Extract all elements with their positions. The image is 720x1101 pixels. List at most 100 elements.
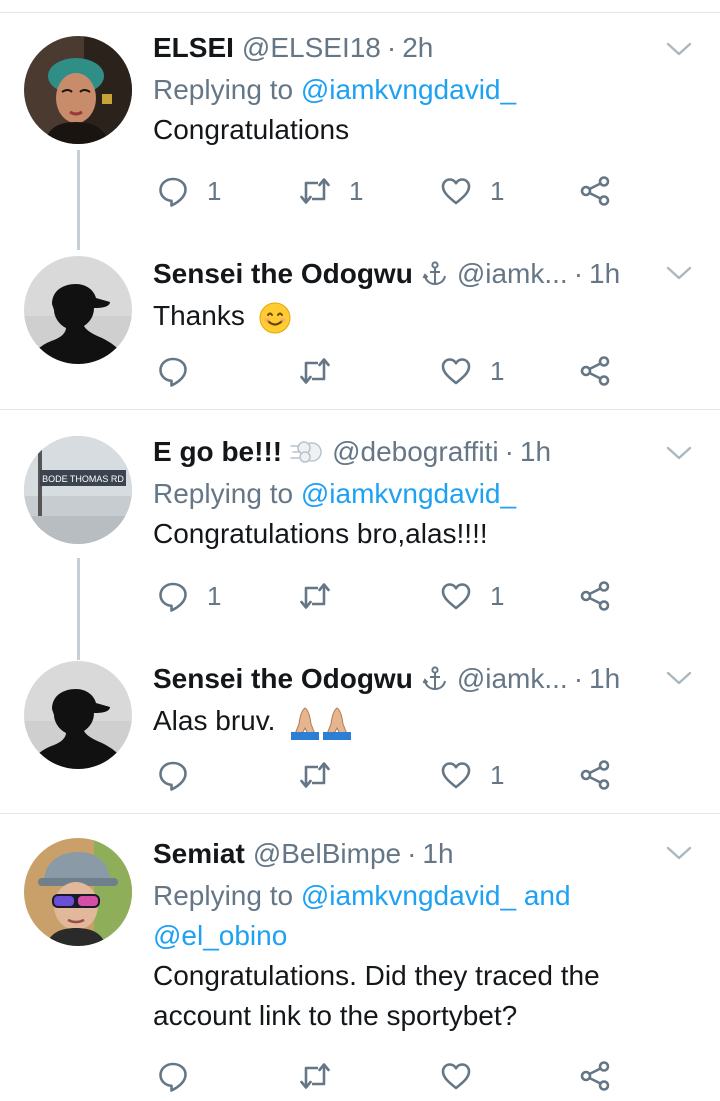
top-divider [0, 12, 720, 13]
tweet-actions: 1 1 1 [153, 171, 633, 211]
display-name[interactable]: E go be!!! [153, 436, 282, 468]
separator: · [573, 258, 584, 289]
mention-link-2[interactable]: @el_obino [153, 920, 287, 951]
chevron-down-icon[interactable] [666, 36, 692, 62]
timestamp[interactable]: 2h [402, 32, 433, 64]
like-button[interactable]: 1 [440, 351, 504, 391]
user-handle[interactable]: @BelBimpe [253, 838, 401, 870]
share-button[interactable] [579, 755, 611, 795]
reply-button[interactable] [157, 1056, 207, 1096]
user-handle[interactable]: @iamk... [457, 663, 568, 695]
share-button[interactable] [579, 1056, 611, 1096]
tweet-text: Alas bruv. [153, 701, 708, 741]
reply-icon [157, 580, 189, 612]
replying-to-line-2: @el_obino [153, 916, 708, 956]
replying-to-label: Replying to [153, 74, 294, 105]
display-name[interactable]: ELSEI [153, 32, 234, 64]
reply-count: 1 [207, 580, 222, 611]
chevron-down-icon[interactable] [666, 440, 692, 466]
retweet-button[interactable] [299, 576, 349, 616]
anchor-icon [421, 260, 449, 288]
reply-button[interactable]: 1 [157, 171, 221, 211]
tweet-text: Congratulations. Did they traced the acc… [153, 956, 708, 1036]
share-button[interactable] [579, 351, 611, 391]
display-name[interactable]: Semiat [153, 838, 245, 870]
reply-button[interactable] [157, 755, 207, 795]
timestamp[interactable]: 1h [520, 436, 551, 468]
chevron-down-icon[interactable] [666, 665, 692, 691]
replying-to-label: Replying to [153, 478, 294, 509]
display-name[interactable]: Sensei the Odogwu [153, 258, 413, 290]
avatar[interactable] [24, 36, 132, 144]
anchor-icon [421, 665, 449, 693]
avatar[interactable] [24, 256, 132, 364]
mention-link[interactable]: @iamkvngdavid_ [301, 880, 516, 911]
retweet-button[interactable]: 1 [299, 171, 363, 211]
thread-line [77, 150, 80, 250]
tweet-header: Semiat @BelBimpe · 1h [153, 832, 708, 876]
tweet-text-content: Thanks [153, 300, 245, 331]
like-button[interactable]: 1 [440, 576, 504, 616]
like-count: 1 [490, 355, 505, 386]
thread-divider [0, 813, 720, 814]
mention-link[interactable]: @iamkvngdavid_ [301, 478, 516, 509]
like-count: 1 [490, 175, 505, 206]
timestamp[interactable]: 1h [589, 258, 620, 290]
reply-button[interactable]: 1 [157, 576, 221, 616]
user-handle[interactable]: @debograffiti [332, 436, 498, 468]
share-icon [579, 175, 611, 207]
share-button[interactable] [579, 171, 611, 211]
tweet-text: Congratulations bro,alas!!!! [153, 518, 488, 549]
tweet-text-line-1: Congratulations. Did they traced the [153, 960, 600, 991]
retweet-icon [299, 580, 331, 612]
reply-button[interactable] [157, 351, 207, 391]
share-button[interactable] [579, 576, 611, 616]
tweet-header: Sensei the Odogwu @iamk... · 1h [153, 657, 708, 701]
thread-divider [0, 409, 720, 410]
tweet-header: E go be!!! @debograffiti · 1h [153, 430, 708, 474]
reply-count: 1 [207, 175, 222, 206]
share-icon [579, 355, 611, 387]
chevron-down-icon[interactable] [666, 260, 692, 286]
retweet-button[interactable] [299, 1056, 349, 1096]
like-count: 1 [490, 580, 505, 611]
replying-to: Replying to @iamkvngdavid_ [153, 474, 708, 514]
share-icon [579, 759, 611, 791]
folded-hands-emoji-icon [291, 707, 352, 740]
mention-link[interactable]: @iamkvngdavid_ [301, 74, 516, 105]
like-icon [440, 355, 472, 387]
tweet-text-line-2: account link to the sportybet? [153, 1000, 518, 1031]
replying-to-and[interactable]: and [524, 880, 571, 911]
smiling-face-emoji-icon [259, 302, 291, 334]
avatar[interactable] [24, 661, 132, 769]
separator: · [573, 663, 584, 694]
user-handle[interactable]: @ELSEI18 [242, 32, 381, 64]
timestamp[interactable]: 1h [422, 838, 453, 870]
thread-line [77, 558, 80, 660]
retweet-icon [299, 1060, 331, 1092]
like-button[interactable]: 1 [440, 755, 504, 795]
separator: · [504, 436, 514, 467]
avatar[interactable]: BODE THOMAS RD [24, 436, 132, 544]
like-button[interactable]: 1 [440, 171, 504, 211]
retweet-button[interactable] [299, 755, 349, 795]
tweet-text: Thanks [153, 296, 708, 336]
avatar-sign-text: BODE THOMAS RD [42, 474, 124, 484]
timestamp[interactable]: 1h [589, 663, 620, 695]
tweet-header: Sensei the Odogwu @iamk... · 1h [153, 252, 708, 296]
reply-icon [157, 1060, 189, 1092]
avatar[interactable] [24, 838, 132, 946]
separator: · [407, 838, 417, 869]
chevron-down-icon[interactable] [666, 840, 692, 866]
tweet-text: Congratulations [153, 114, 350, 145]
display-name[interactable]: Sensei the Odogwu [153, 663, 413, 695]
replying-to-label: Replying to [153, 880, 294, 911]
like-icon [440, 1060, 472, 1092]
tweet-text-content: Alas bruv. [153, 705, 276, 736]
share-icon [579, 580, 611, 612]
user-handle[interactable]: @iamk... [457, 258, 568, 290]
retweet-button[interactable] [299, 351, 349, 391]
like-button[interactable] [440, 1056, 490, 1096]
reply-icon [157, 759, 189, 791]
dash-puff-icon [290, 438, 324, 466]
